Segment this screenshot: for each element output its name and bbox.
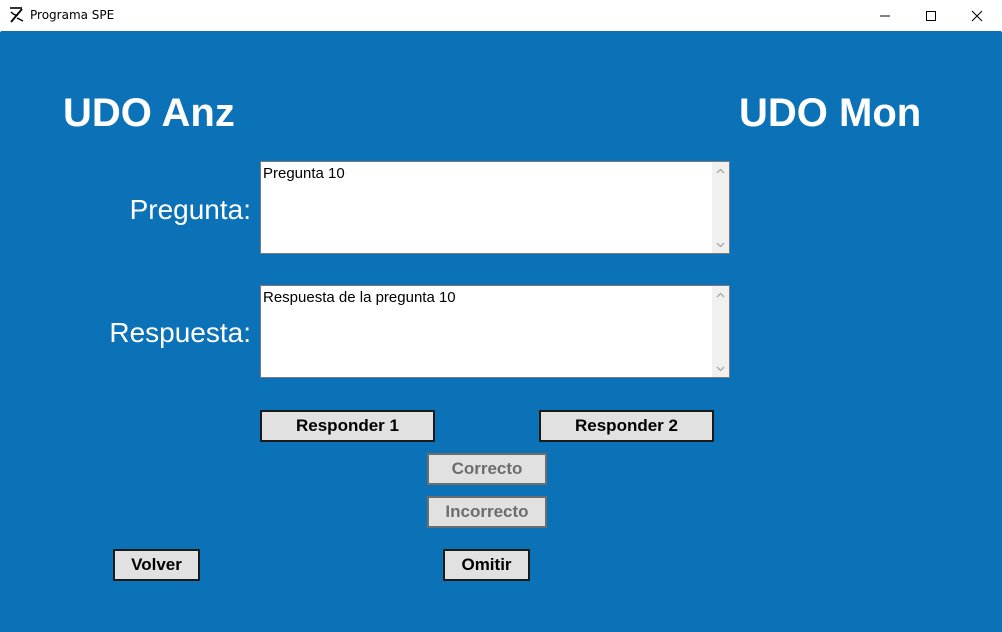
question-textbox[interactable]: Pregunta 10 bbox=[260, 161, 730, 254]
close-button[interactable] bbox=[954, 0, 1000, 31]
question-text: Pregunta 10 bbox=[263, 165, 345, 182]
team-left-title: UDO Anz bbox=[63, 91, 235, 135]
skip-button[interactable]: Omitir bbox=[443, 549, 530, 581]
answer-textbox[interactable]: Respuesta de la pregunta 10 bbox=[260, 285, 730, 378]
team-right-title: UDO Mon bbox=[739, 91, 922, 135]
scroll-down-icon[interactable] bbox=[712, 360, 729, 377]
scroll-up-icon[interactable] bbox=[712, 286, 729, 303]
respond-1-button[interactable]: Responder 1 bbox=[260, 410, 435, 442]
incorrect-button[interactable]: Incorrecto bbox=[427, 496, 547, 528]
scroll-down-icon[interactable] bbox=[712, 236, 729, 253]
question-label: Pregunta: bbox=[129, 194, 251, 225]
scroll-up-icon[interactable] bbox=[712, 162, 729, 179]
minimize-button[interactable] bbox=[862, 0, 908, 31]
back-button[interactable]: Volver bbox=[113, 549, 200, 581]
answer-label: Respuesta: bbox=[109, 317, 251, 348]
correct-button[interactable]: Correcto bbox=[427, 453, 547, 485]
answer-scrollbar[interactable] bbox=[712, 286, 729, 377]
maximize-icon bbox=[925, 10, 937, 22]
close-icon bbox=[971, 10, 983, 22]
maximize-button[interactable] bbox=[908, 0, 954, 31]
minimize-icon bbox=[879, 10, 891, 22]
respond-2-button[interactable]: Responder 2 bbox=[539, 410, 714, 442]
app-icon bbox=[8, 6, 26, 24]
question-scrollbar[interactable] bbox=[712, 162, 729, 253]
answer-text: Respuesta de la pregunta 10 bbox=[263, 289, 456, 306]
title-bar: Programa SPE bbox=[0, 0, 1002, 32]
main-panel: UDO Anz UDO Mon Pregunta: Pregunta 10 Re… bbox=[1, 31, 1001, 631]
window-title: Programa SPE bbox=[30, 8, 115, 22]
